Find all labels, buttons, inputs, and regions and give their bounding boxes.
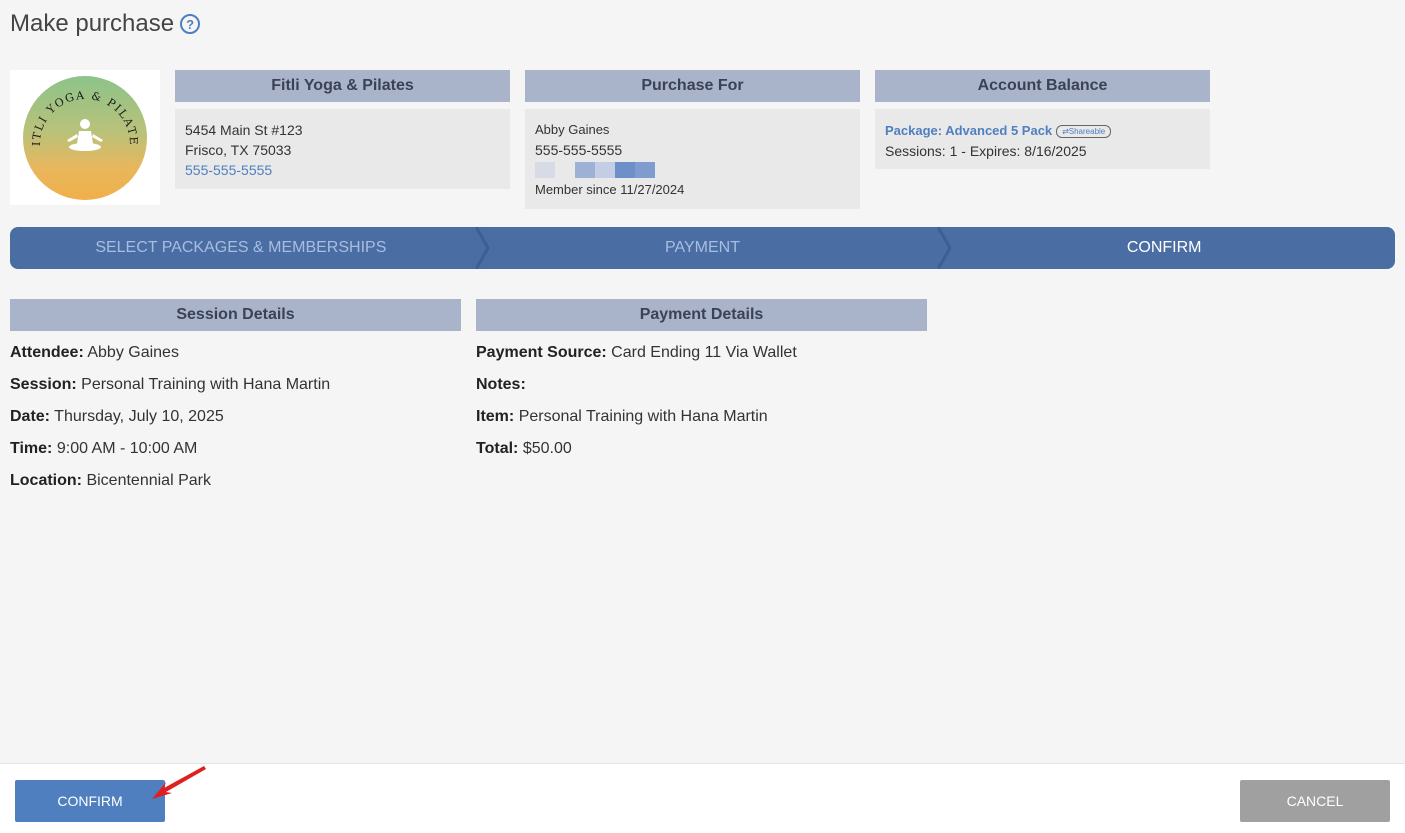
- step-select-packages[interactable]: SELECT PACKAGES & MEMBERSHIPS: [10, 227, 472, 269]
- redacted-info: [535, 162, 850, 178]
- detail-row: Notes:: [476, 376, 526, 393]
- purchase-for-body: Abby Gaines 555-555-5555 Member since 11…: [525, 109, 860, 209]
- page-title-text: Make purchase: [10, 10, 175, 37]
- payment-details-header: Payment Details: [476, 299, 927, 331]
- business-header: Fitli Yoga & Pilates: [175, 70, 510, 102]
- step-divider-icon: [938, 227, 952, 269]
- step-confirm[interactable]: CONFIRM: [933, 227, 1395, 269]
- confirm-button[interactable]: CONFIRM: [15, 780, 165, 822]
- checkout-steps: SELECT PACKAGES & MEMBERSHIPS PAYMENT CO…: [10, 227, 1395, 269]
- red-arrow-icon: [152, 766, 206, 799]
- share-icon: ⇄: [1062, 127, 1069, 136]
- detail-row: Date: Thursday, July 10, 2025: [10, 408, 224, 425]
- package-link[interactable]: Package: Advanced 5 Pack: [885, 123, 1052, 138]
- page-title: Make purchase ?: [10, 10, 201, 38]
- account-balance-card: Account Balance Package: Advanced 5 Pack…: [875, 70, 1210, 169]
- detail-row: Total: $50.00: [476, 440, 572, 457]
- purchase-for-header: Purchase For: [525, 70, 860, 102]
- detail-row: Item: Personal Training with Hana Martin: [476, 408, 768, 425]
- detail-row: Payment Source: Card Ending 11 Via Walle…: [476, 344, 797, 361]
- payment-details-list: Payment Source: Card Ending 11 Via Walle…: [476, 343, 927, 471]
- shareable-label: Shareable: [1068, 127, 1106, 136]
- footer-bar: CONFIRM CANCEL: [0, 763, 1405, 833]
- business-phone-link[interactable]: 555-555-5555: [185, 160, 500, 180]
- account-balance-header: Account Balance: [875, 70, 1210, 102]
- session-details-list: Attendee: Abby Gaines Session: Personal …: [10, 343, 461, 503]
- detail-row: Location: Bicentennial Park: [10, 472, 211, 489]
- step-payment[interactable]: PAYMENT: [472, 227, 934, 269]
- expires-date: Expires: 8/16/2025: [969, 143, 1087, 159]
- session-details-header: Session Details: [10, 299, 461, 331]
- account-balance-body: Package: Advanced 5 Pack ⇄Shareable Sess…: [875, 109, 1210, 169]
- detail-row: Time: 9:00 AM - 10:00 AM: [10, 440, 198, 457]
- cancel-button[interactable]: CANCEL: [1240, 780, 1390, 822]
- session-details: Session Details Attendee: Abby Gaines Se…: [10, 299, 461, 503]
- detail-row: Attendee: Abby Gaines: [10, 344, 179, 361]
- sessions-count: Sessions: 1 -: [885, 143, 966, 159]
- business-logo: FITLI YOGA & PILATES: [10, 70, 160, 205]
- business-address2: Frisco, TX 75033: [185, 142, 292, 158]
- business-body: 5454 Main St #123 Frisco, TX 75033 555-5…: [175, 109, 510, 189]
- business-address1: 5454 Main St #123: [185, 122, 303, 138]
- member-phone: 555-555-5555: [535, 142, 623, 158]
- help-icon[interactable]: ?: [180, 14, 201, 34]
- step-divider-icon: [476, 227, 490, 269]
- purchase-for-card: Purchase For Abby Gaines 555-555-5555 Me…: [525, 70, 860, 209]
- business-card: Fitli Yoga & Pilates 5454 Main St #123 F…: [175, 70, 510, 189]
- shareable-badge: ⇄Shareable: [1056, 125, 1112, 138]
- detail-row: Session: Personal Training with Hana Mar…: [10, 376, 331, 393]
- member-name: Abby Gaines: [535, 122, 610, 137]
- payment-details: Payment Details Payment Source: Card End…: [476, 299, 927, 471]
- member-since: Member since 11/27/2024: [535, 182, 685, 197]
